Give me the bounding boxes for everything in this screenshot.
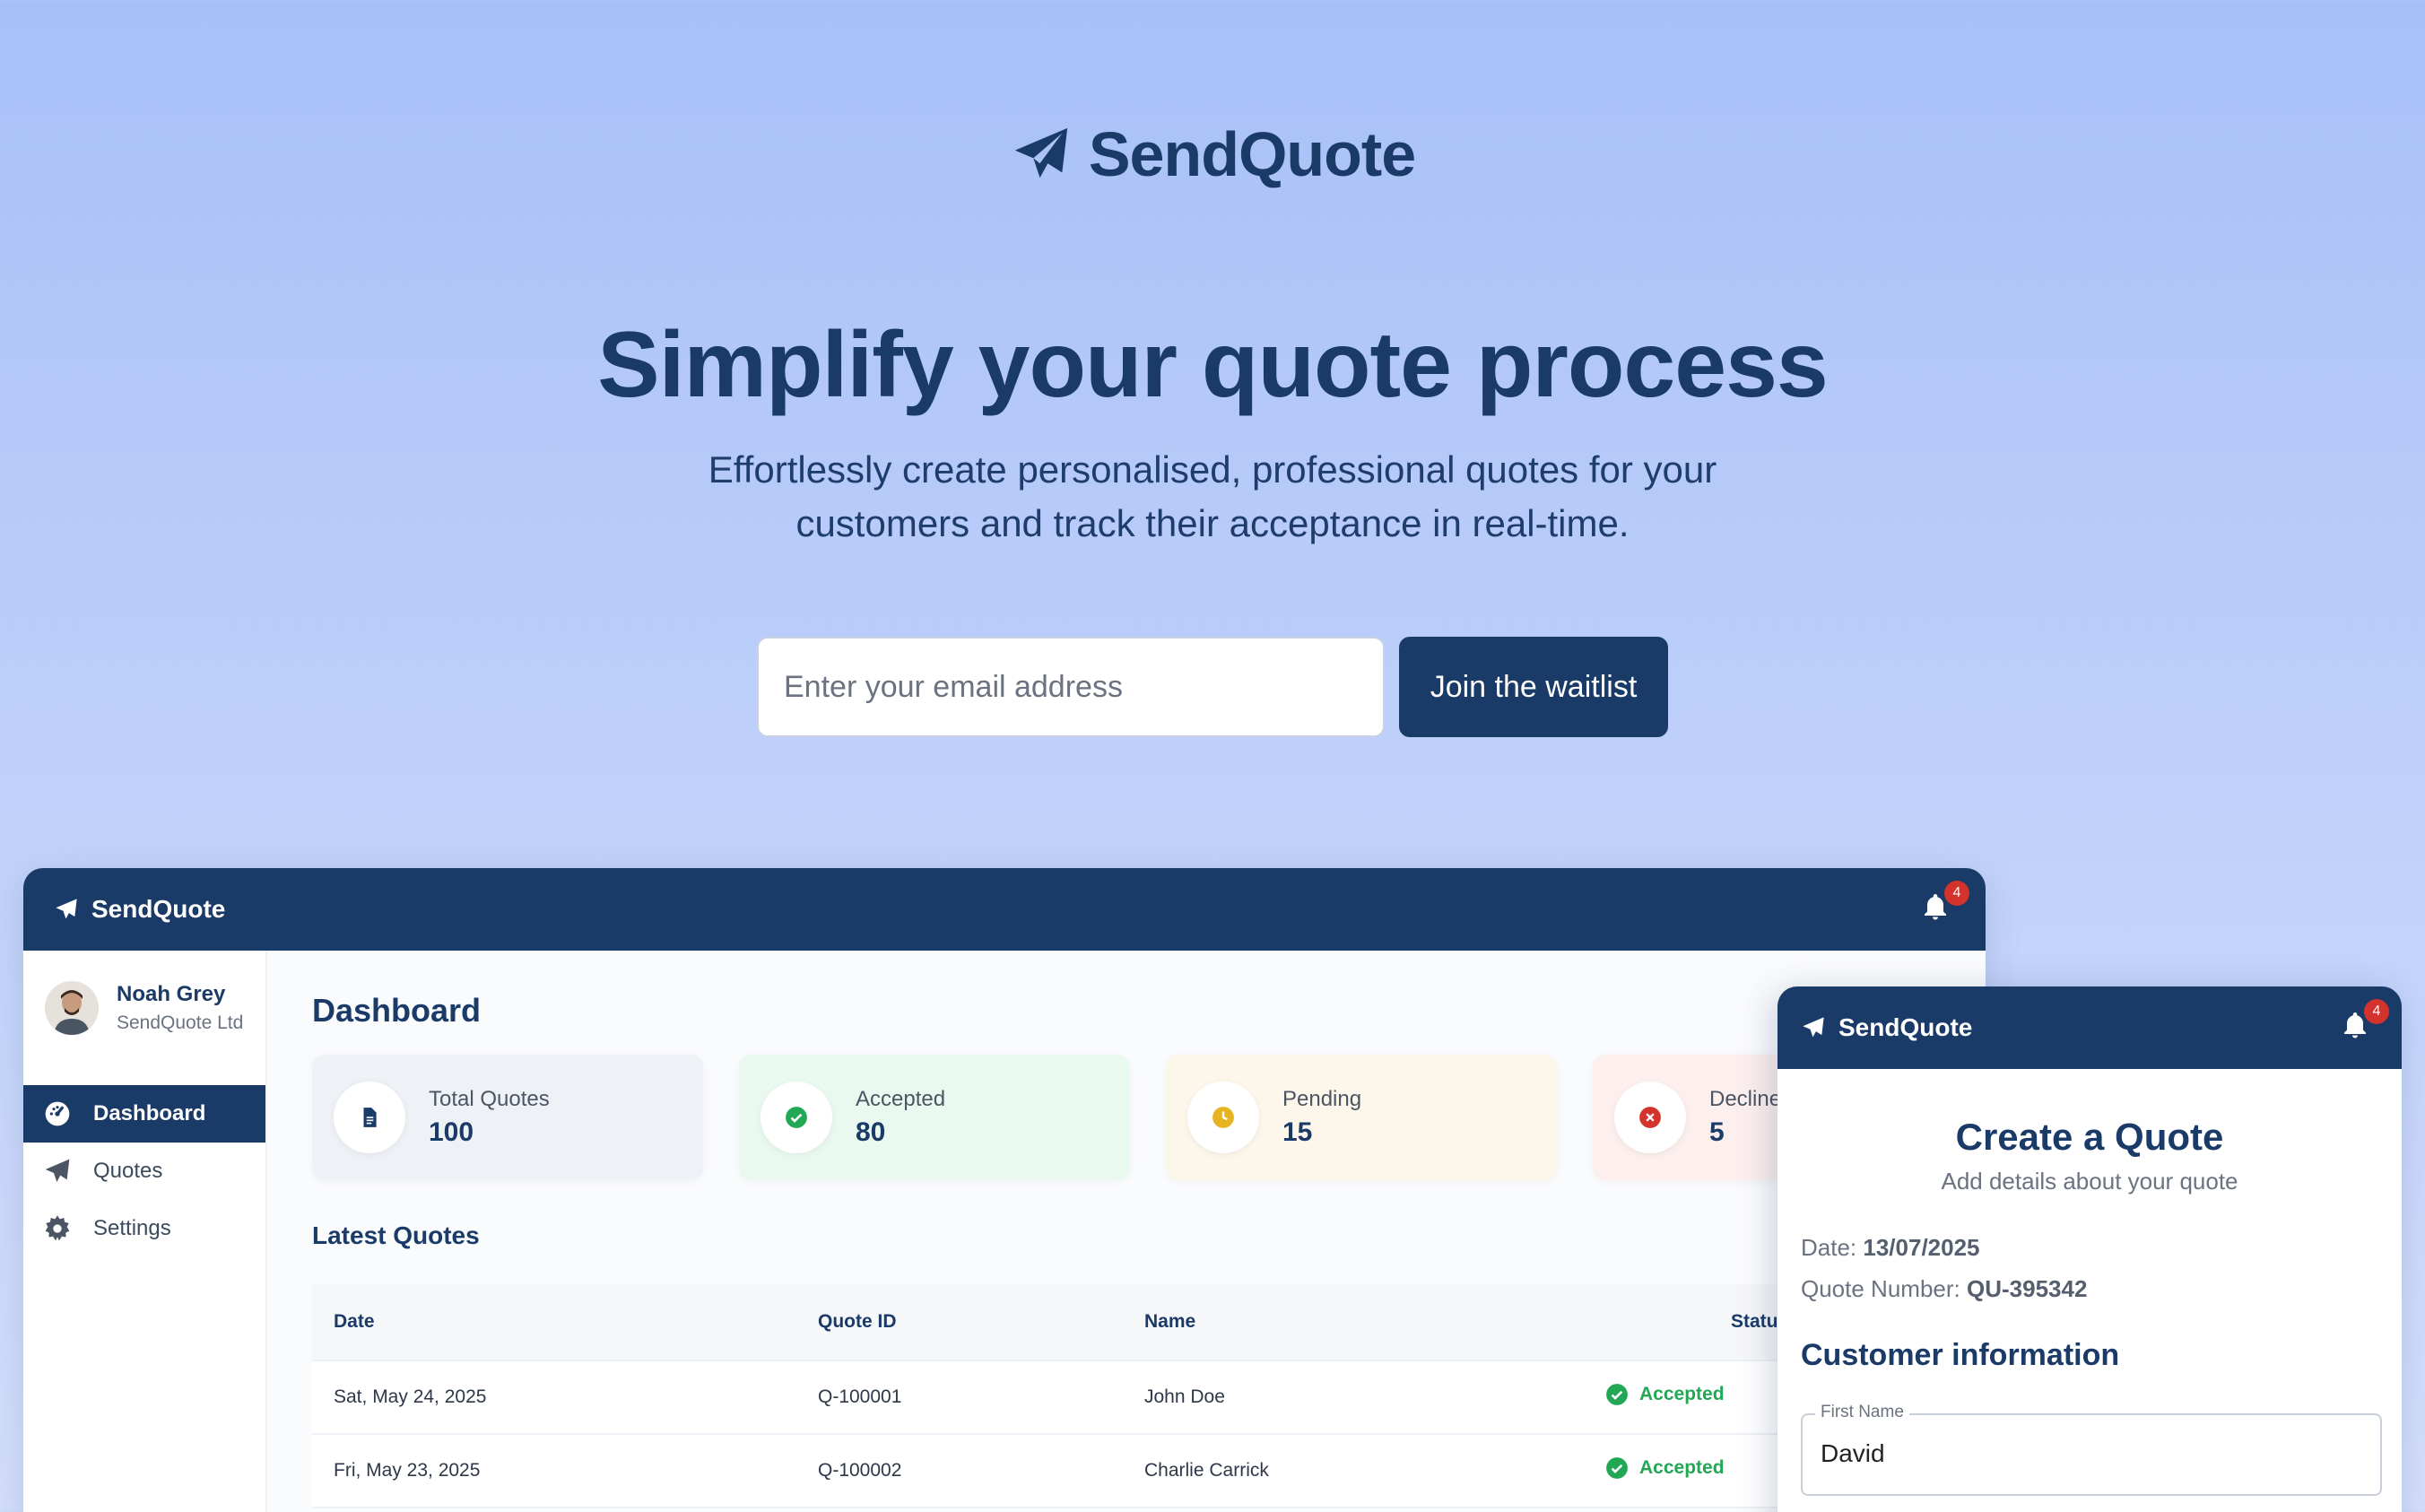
sidebar: Noah Grey SendQuote Ltd Dashboard Quotes — [23, 951, 267, 1512]
sidebar-item-label: Settings — [93, 1216, 171, 1240]
table-row[interactable]: Fri, May 23, 2025 Q-100002 Charlie Carri… — [312, 1435, 1986, 1508]
create-quote-preview: SendQuote 4 Create a Quote Add details a… — [1777, 986, 2402, 1512]
quote-card-app-name: SendQuote — [1838, 1013, 1973, 1041]
quote-number-label: Quote Number: — [1801, 1275, 1960, 1302]
quote-date-label: Date: — [1801, 1234, 1857, 1261]
sidebar-item-settings[interactable]: Settings — [23, 1200, 265, 1257]
join-waitlist-button[interactable]: Join the waitlist — [1399, 637, 1668, 737]
quote-card-brand[interactable]: SendQuote — [1801, 1013, 1972, 1042]
paper-plane-icon — [45, 1159, 70, 1182]
hero-subtitle: Effortlessly create personalised, profes… — [708, 448, 1717, 544]
user-name: Noah Grey — [117, 982, 226, 1006]
notification-badge: 4 — [2364, 999, 2389, 1024]
quote-card-topbar: SendQuote 4 — [1777, 986, 2402, 1069]
sidebar-item-label: Dashboard — [93, 1101, 206, 1125]
stat-value: 100 — [429, 1117, 474, 1147]
stat-label: Accepted — [856, 1087, 946, 1111]
customer-info-title: Customer information — [1801, 1338, 2120, 1372]
document-icon — [363, 1108, 377, 1127]
paper-plane-icon — [1803, 1017, 1824, 1038]
status-badge: Accepted — [1605, 1456, 1725, 1480]
column-header[interactable]: Quote ID — [818, 1311, 1144, 1333]
stats-row: Total Quotes 100 Accepted 80 Pending 15 … — [312, 1055, 1984, 1180]
notifications-button[interactable]: 4 — [2339, 999, 2389, 1046]
quote-date-value: 13/07/2025 — [1863, 1234, 1980, 1261]
avatar-image — [45, 981, 99, 1035]
quote-number: Quote Number: QU-395342 — [1801, 1275, 2087, 1303]
avatar — [45, 981, 99, 1035]
cell-quote-id: Q-100002 — [818, 1460, 902, 1481]
cell-date: Sat, May 24, 2025 — [334, 1386, 487, 1407]
first-name-label: First Name — [1815, 1403, 1909, 1422]
sidebar-item-dashboard[interactable]: Dashboard — [23, 1085, 265, 1143]
status-badge: Accepted — [1605, 1383, 1725, 1406]
dashboard-main: Dashboard Total Quotes 100 Accepted 80 P… — [289, 951, 1986, 1512]
quote-number-value: QU-395342 — [1966, 1275, 2088, 1302]
stat-card-total[interactable]: Total Quotes 100 — [312, 1055, 703, 1180]
stat-icon-holder — [334, 1082, 405, 1153]
check-circle-icon — [1606, 1457, 1628, 1479]
cell-name: John Doe — [1144, 1386, 1225, 1407]
dashboard-topbar: SendQuote 4 — [23, 868, 1986, 951]
stat-card-accepted[interactable]: Accepted 80 — [739, 1055, 1130, 1180]
paper-plane-icon — [1014, 127, 1067, 178]
quotes-table: Date Quote ID Name Statu Sat, May 24, 20… — [312, 1284, 1986, 1508]
stat-icon-holder — [1187, 1082, 1259, 1153]
user-company: SendQuote Ltd — [117, 1012, 244, 1033]
cell-quote-id: Q-100001 — [818, 1386, 902, 1407]
first-name-input[interactable] — [1821, 1431, 2359, 1476]
quote-form-title: Create a Quote — [1955, 1116, 2224, 1158]
column-header[interactable]: Date — [312, 1311, 818, 1333]
sidebar-item-quotes[interactable]: Quotes — [23, 1143, 265, 1200]
sidebar-item-label: Quotes — [93, 1159, 163, 1183]
page-title: Dashboard — [312, 992, 482, 1029]
cell-name: Charlie Carrick — [1144, 1460, 1269, 1481]
waitlist-form: Join the waitlist — [757, 637, 1668, 737]
brand-name: SendQuote — [1088, 119, 1416, 189]
table-row[interactable]: Sat, May 24, 2025 Q-100001 John Doe Acce… — [312, 1361, 1986, 1435]
first-name-field: First Name — [1801, 1403, 2382, 1496]
status-text: Accepted — [1639, 1457, 1725, 1478]
dashboard-preview: SendQuote 4 Noah Grey SendQuote Ltd Dash… — [23, 868, 1986, 1512]
gear-icon — [45, 1215, 70, 1241]
stat-label: Pending — [1282, 1087, 1362, 1111]
latest-quotes-title: Latest Quotes — [312, 1221, 480, 1249]
check-circle-icon — [786, 1107, 807, 1128]
column-header[interactable]: Name — [1144, 1311, 1577, 1333]
stat-label: Total Quotes — [429, 1087, 550, 1111]
x-circle-icon — [1639, 1107, 1661, 1128]
check-circle-icon — [1606, 1384, 1628, 1405]
stat-icon-holder — [761, 1082, 832, 1153]
quote-date: Date: 13/07/2025 — [1801, 1234, 1980, 1262]
notification-badge: 4 — [1944, 881, 1969, 906]
dashboard-brand[interactable]: SendQuote — [54, 895, 225, 924]
stat-value: 15 — [1282, 1117, 1313, 1147]
stat-value: 80 — [856, 1117, 886, 1147]
dashboard-app-name: SendQuote — [91, 895, 226, 923]
cell-date: Fri, May 23, 2025 — [334, 1460, 481, 1481]
clock-icon — [1212, 1107, 1234, 1128]
notifications-button[interactable]: 4 — [1919, 881, 1969, 927]
hero-title: Simplify your quote process — [597, 313, 1829, 417]
hero-brand: SendQuote — [0, 118, 2425, 190]
stat-card-pending[interactable]: Pending 15 — [1166, 1055, 1557, 1180]
stat-icon-holder — [1614, 1082, 1686, 1153]
table-header: Date Quote ID Name Statu — [312, 1284, 1986, 1361]
user-profile[interactable]: Noah Grey SendQuote Ltd — [23, 951, 265, 1085]
gauge-icon — [45, 1101, 70, 1126]
paper-plane-icon — [56, 899, 77, 919]
status-text: Accepted — [1639, 1384, 1725, 1404]
quote-form-subtitle: Add details about your quote — [1941, 1168, 2238, 1195]
email-input[interactable] — [757, 637, 1385, 737]
